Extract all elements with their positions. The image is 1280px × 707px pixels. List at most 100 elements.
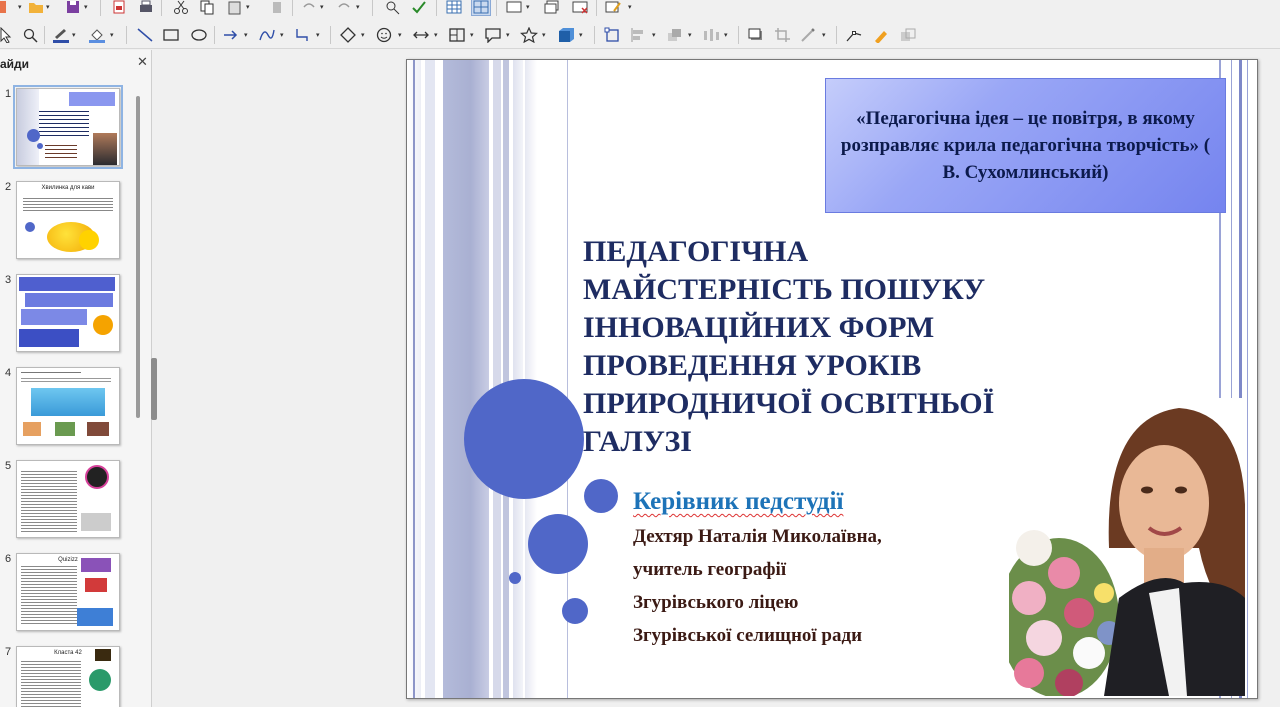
title-line: ПРОВЕДЕННЯ УРОКІВ [583,349,922,382]
slide-thumbnail-6[interactable]: Quizizz [16,553,120,631]
chevron-down-icon[interactable]: ▾ [72,31,76,39]
duplicate-slide-icon[interactable] [543,0,561,15]
slide-icon[interactable] [505,0,523,15]
double-arrow-icon[interactable] [412,27,430,43]
title-line: ІННОВАЦІЙНИХ ФОРМ [583,311,935,344]
spelling-icon[interactable] [410,0,428,15]
grid-icon[interactable] [471,0,491,16]
chevron-down-icon[interactable]: ▾ [652,31,656,39]
author-name: Дехтяр Наталія Миколаївна, [633,526,882,547]
chevron-down-icon[interactable]: ▾ [246,3,250,11]
decor-stripe [493,60,501,698]
connector-icon[interactable] [294,27,312,43]
author-role-text: Керівник педстудії [633,488,844,515]
slide-thumbnail-4[interactable] [16,367,120,445]
chevron-down-icon[interactable]: ▾ [579,31,583,39]
quote-text: «Педагогічна ідея – це повітря, в якому … [840,108,1211,183]
slide-number: 4 [5,367,12,379]
slide-title[interactable]: ПЕДАГОГІЧНА МАЙСТЕРНІСТЬ ПОШУКУ ІННОВАЦІ… [583,233,1053,461]
notes-icon[interactable] [604,0,622,15]
print-icon[interactable] [137,0,155,15]
find-replace-icon[interactable] [384,0,402,15]
curve-icon[interactable] [258,27,276,43]
3d-icon[interactable] [557,27,575,43]
chevron-down-icon[interactable]: ▾ [320,3,324,11]
zoom-icon[interactable] [22,27,40,43]
points-icon[interactable] [845,27,863,43]
flowchart-icon[interactable] [448,27,466,43]
quote-box[interactable]: «Педагогічна ідея – це повітря, в якому … [825,78,1226,213]
title-line: ПРИРОДНИЧОЇ ОСВІТНЬОЇ [583,387,995,420]
line-icon[interactable] [136,27,154,43]
delete-slide-icon[interactable] [571,0,589,15]
slide-pane-scrollbar[interactable] [136,96,140,418]
diamond-icon[interactable] [339,27,357,43]
line-color-icon[interactable] [52,27,70,43]
drawing-toolbar: ▾ ▾ ▾ ▾ ▾ ▾ ▾ ▾ ▾ ▾ ▾ ▾ ▾ ▾ ▾ ▾ [0,22,1280,49]
undo-icon[interactable] [300,0,318,15]
author-school: Згурівського ліцею [633,592,799,613]
transform-icon[interactable] [604,27,622,43]
redo-icon[interactable] [335,0,353,15]
chevron-down-icon[interactable]: ▾ [398,31,402,39]
table-icon[interactable] [445,0,463,15]
chevron-down-icon[interactable]: ▾ [46,3,50,11]
copy-icon[interactable] [198,0,216,15]
slide-thumbnail-5[interactable] [16,460,120,538]
export-pdf-icon[interactable] [110,0,128,15]
decor-circle [562,598,588,624]
callout-icon[interactable] [484,27,502,43]
glue-icon[interactable] [872,27,890,43]
new-icon[interactable] [0,0,18,15]
chevron-down-icon[interactable]: ▾ [434,31,438,39]
filter-icon[interactable] [800,27,818,43]
decor-circle [528,514,588,574]
slide-thumbnail-2[interactable]: Хвилинка для кави [16,181,120,259]
slide-canvas[interactable]: «Педагогічна ідея – це повітря, в якому … [406,59,1258,699]
chevron-down-icon[interactable]: ▾ [110,31,114,39]
open-icon[interactable] [27,0,45,15]
fill-color-icon[interactable] [88,27,106,43]
crop-icon[interactable] [774,27,792,43]
slide-thumbnail-1[interactable] [13,85,123,169]
arrow-icon[interactable] [222,27,240,43]
paste-icon[interactable] [226,0,244,15]
chevron-down-icon[interactable]: ▾ [724,31,728,39]
title-line: ГАЛУЗІ [583,425,692,458]
chevron-down-icon[interactable]: ▾ [688,31,692,39]
decor-circle [464,379,584,499]
chevron-down-icon[interactable]: ▾ [18,3,22,11]
chevron-down-icon[interactable]: ▾ [506,31,510,39]
align-icon[interactable] [630,27,648,43]
chevron-down-icon[interactable]: ▾ [470,31,474,39]
ellipse-icon[interactable] [190,27,208,43]
smiley-icon[interactable] [375,27,393,43]
author-photo[interactable] [1009,398,1245,696]
author-role-label[interactable]: Керівник педстудії [633,488,843,516]
chevron-down-icon[interactable]: ▾ [361,31,365,39]
chevron-down-icon[interactable]: ▾ [628,3,632,11]
chevron-down-icon[interactable]: ▾ [542,31,546,39]
chevron-down-icon[interactable]: ▾ [356,3,360,11]
select-icon[interactable] [0,27,14,43]
pane-resize-handle[interactable] [151,358,157,420]
chevron-down-icon[interactable]: ▾ [526,3,530,11]
cut-icon[interactable] [172,0,190,15]
chevron-down-icon[interactable]: ▾ [316,31,320,39]
toggle-extrusion-icon[interactable] [899,27,917,43]
arrange-icon[interactable] [666,27,684,43]
slide-number: 1 [5,88,12,100]
chevron-down-icon[interactable]: ▾ [84,3,88,11]
chevron-down-icon[interactable]: ▾ [244,31,248,39]
slide-thumbnail-7[interactable]: Класта 42 [16,646,120,707]
close-icon[interactable]: ✕ [137,54,148,70]
shadow-icon[interactable] [747,27,765,43]
chevron-down-icon[interactable]: ▾ [822,31,826,39]
chevron-down-icon[interactable]: ▾ [280,31,284,39]
clone-icon[interactable] [268,0,286,15]
star-icon[interactable] [520,27,538,43]
distribute-icon[interactable] [702,27,720,43]
rectangle-icon[interactable] [162,27,180,43]
save-icon[interactable] [64,0,82,15]
slide-thumbnail-3[interactable] [16,274,120,352]
